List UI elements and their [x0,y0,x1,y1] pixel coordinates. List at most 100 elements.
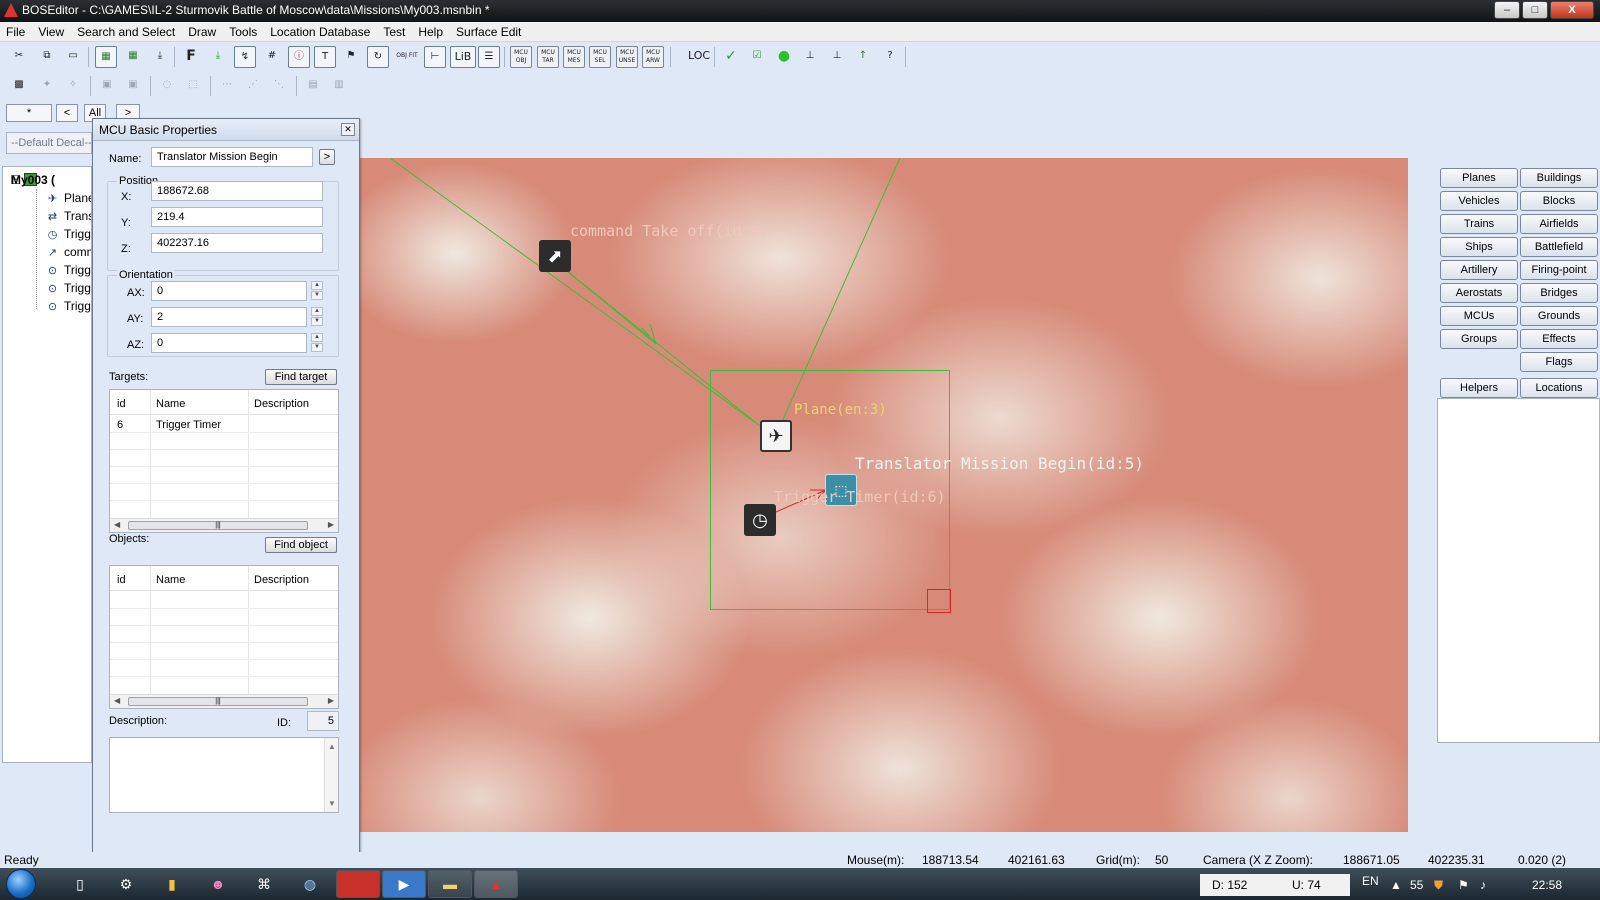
wand-alt-icon[interactable]: ✧ [62,75,84,97]
ax-stepper[interactable]: ▲ ▼ [311,281,323,301]
magic-wand-icon[interactable]: ✦ [36,75,58,97]
mcu-tar-button[interactable]: MCU TAR [537,46,559,68]
helpers-button[interactable]: Helpers [1440,378,1518,398]
flags-button[interactable]: Flags [1520,352,1598,372]
help-icon[interactable]: ? [879,46,901,68]
bridges-button[interactable]: Bridges [1520,283,1598,303]
taskbar-app-red[interactable] [336,870,380,898]
clock[interactable]: 22:58 [1532,878,1562,892]
properties-icon[interactable]: ☰ [478,46,500,68]
path-edit-icon[interactable]: ⋱ [268,75,290,97]
mcus-button[interactable]: MCUs [1440,306,1518,326]
menu-tools[interactable]: Tools [229,25,257,39]
col-name[interactable]: Name [156,574,185,586]
x-field[interactable]: 188672.68 [151,181,323,201]
cut-icon[interactable]: ✂ [8,46,30,68]
link-mode-icon[interactable]: ↯ [234,46,256,68]
mcu-mes-button[interactable]: MCU MES [563,46,585,68]
menu-test[interactable]: Test [383,25,405,39]
col-id[interactable]: id [117,398,126,410]
maximize-button[interactable]: □ [1522,1,1548,19]
tree-item[interactable]: ◷ Trigg [45,227,91,241]
copy-icon[interactable]: ⧉ [36,46,58,68]
panel-close-icon[interactable]: ✕ [341,123,355,136]
office-icon[interactable]: ▮ [160,872,184,896]
path-icon[interactable]: ⋯ [216,75,238,97]
prev-button[interactable]: < [56,104,78,122]
gamepad-icon[interactable]: ⌘ [252,872,276,896]
name-more-button[interactable]: > [319,149,335,165]
find-target-button[interactable]: Find target [265,369,337,385]
group-icon[interactable]: ⚑ [340,46,362,68]
col-description[interactable]: Description [254,398,309,410]
groups-button[interactable]: Groups [1440,329,1518,349]
check-icon[interactable]: ✓ [720,46,742,68]
mcu-arw-button[interactable]: MCU ARW [642,46,664,68]
image-icon[interactable]: ▣ [96,75,118,97]
minimize-button[interactable]: – [1494,1,1520,19]
col-id[interactable]: id [117,574,126,586]
action-center-icon[interactable]: ⚑ [1458,878,1469,892]
close-button[interactable]: X [1550,1,1594,19]
tree-item[interactable]: ⊙ Trigg [45,263,91,277]
obj-fit-icon[interactable]: OBJ FIT [396,46,418,68]
ships-button[interactable]: Ships [1440,237,1518,257]
lib-button[interactable]: LiB [450,46,476,68]
settings-gear-icon[interactable]: ⚙ [114,872,138,896]
grounds-button[interactable]: Grounds [1520,306,1598,326]
grid-icon[interactable]: # [261,46,283,68]
image-alt-icon[interactable]: ▣ [122,75,144,97]
locations-button[interactable]: Locations [1520,378,1598,398]
artillery-button[interactable]: Artillery [1440,260,1518,280]
effects-button[interactable]: Effects [1520,329,1598,349]
download-icon[interactable]: ⤓ [149,46,171,68]
circle-select-icon[interactable]: ◌ [156,75,178,97]
col-description[interactable]: Description [254,574,309,586]
tray-expand-icon[interactable]: ▲ [1390,878,1402,892]
ruler-icon[interactable]: ▭ [62,46,84,68]
description-input[interactable]: ▲ ▼ [109,737,339,813]
import-icon[interactable]: ⤓ [207,46,229,68]
mcu-sel-button[interactable]: MCU SEL [589,46,611,68]
find-object-button[interactable]: Find object [265,537,337,553]
trigger-timer-icon[interactable]: ◷ [744,504,776,536]
tree-item[interactable]: ⇄ Trans [45,209,91,223]
ay-stepper[interactable]: ▲ ▼ [311,307,323,327]
blocks-button[interactable]: Blocks [1520,191,1598,211]
trains-button[interactable]: Trains [1440,214,1518,234]
menu-file[interactable]: File [6,25,25,39]
airfields-button[interactable]: Airfields [1520,214,1598,234]
tree-item[interactable]: ⊙ Trigg [45,281,91,295]
path-add-icon[interactable]: ⋰ [242,75,264,97]
f-button[interactable]: F [180,46,202,68]
info-icon[interactable]: ⓘ [288,46,310,68]
battlefield-button[interactable]: Battlefield [1520,237,1598,257]
rotate-icon[interactable]: ↻ [367,46,389,68]
firing-point-button[interactable]: Firing-point [1520,260,1598,280]
ax-field[interactable]: 0 [151,281,307,301]
buildings-button[interactable]: Buildings [1520,168,1598,188]
planes-button[interactable]: Planes [1440,168,1518,188]
loc-button[interactable]: LOC [686,46,712,68]
language-indicator[interactable]: EN [1362,874,1379,888]
targets-scrollbar[interactable]: ◀ ||| ▶ [110,518,338,532]
checker-icon[interactable]: ▩ [8,75,30,97]
star-button[interactable]: * [6,104,52,122]
aerostats-button[interactable]: Aerostats [1440,283,1518,303]
name-field[interactable]: Translator Mission Begin [151,147,313,167]
rect-select-icon[interactable]: ⬚ [182,75,204,97]
vehicles-button[interactable]: Vehicles [1440,191,1518,211]
mission-map[interactable]: ⬈ command Take off(id:8) ✈ Plane(en:3) ⬚… [360,158,1408,832]
arrow-up-icon[interactable]: ↑ [852,46,874,68]
align-alt-icon[interactable]: ⊥ [826,46,848,68]
z-field[interactable]: 402237.16 [151,233,323,253]
map-layer-alt-icon[interactable]: ▦ [122,46,144,68]
align-icon[interactable]: ⊥ [799,46,821,68]
globe-icon[interactable]: ◍ [298,872,322,896]
paste-alt-icon[interactable]: ▥ [328,75,350,97]
green-dot-icon[interactable]: ● [773,46,795,68]
palette-list[interactable] [1437,398,1600,743]
tree-item[interactable]: ⊙ Trigg [45,299,91,313]
plane-icon[interactable]: ✈ [760,420,792,452]
command-takeoff-icon[interactable]: ⬈ [539,240,571,272]
